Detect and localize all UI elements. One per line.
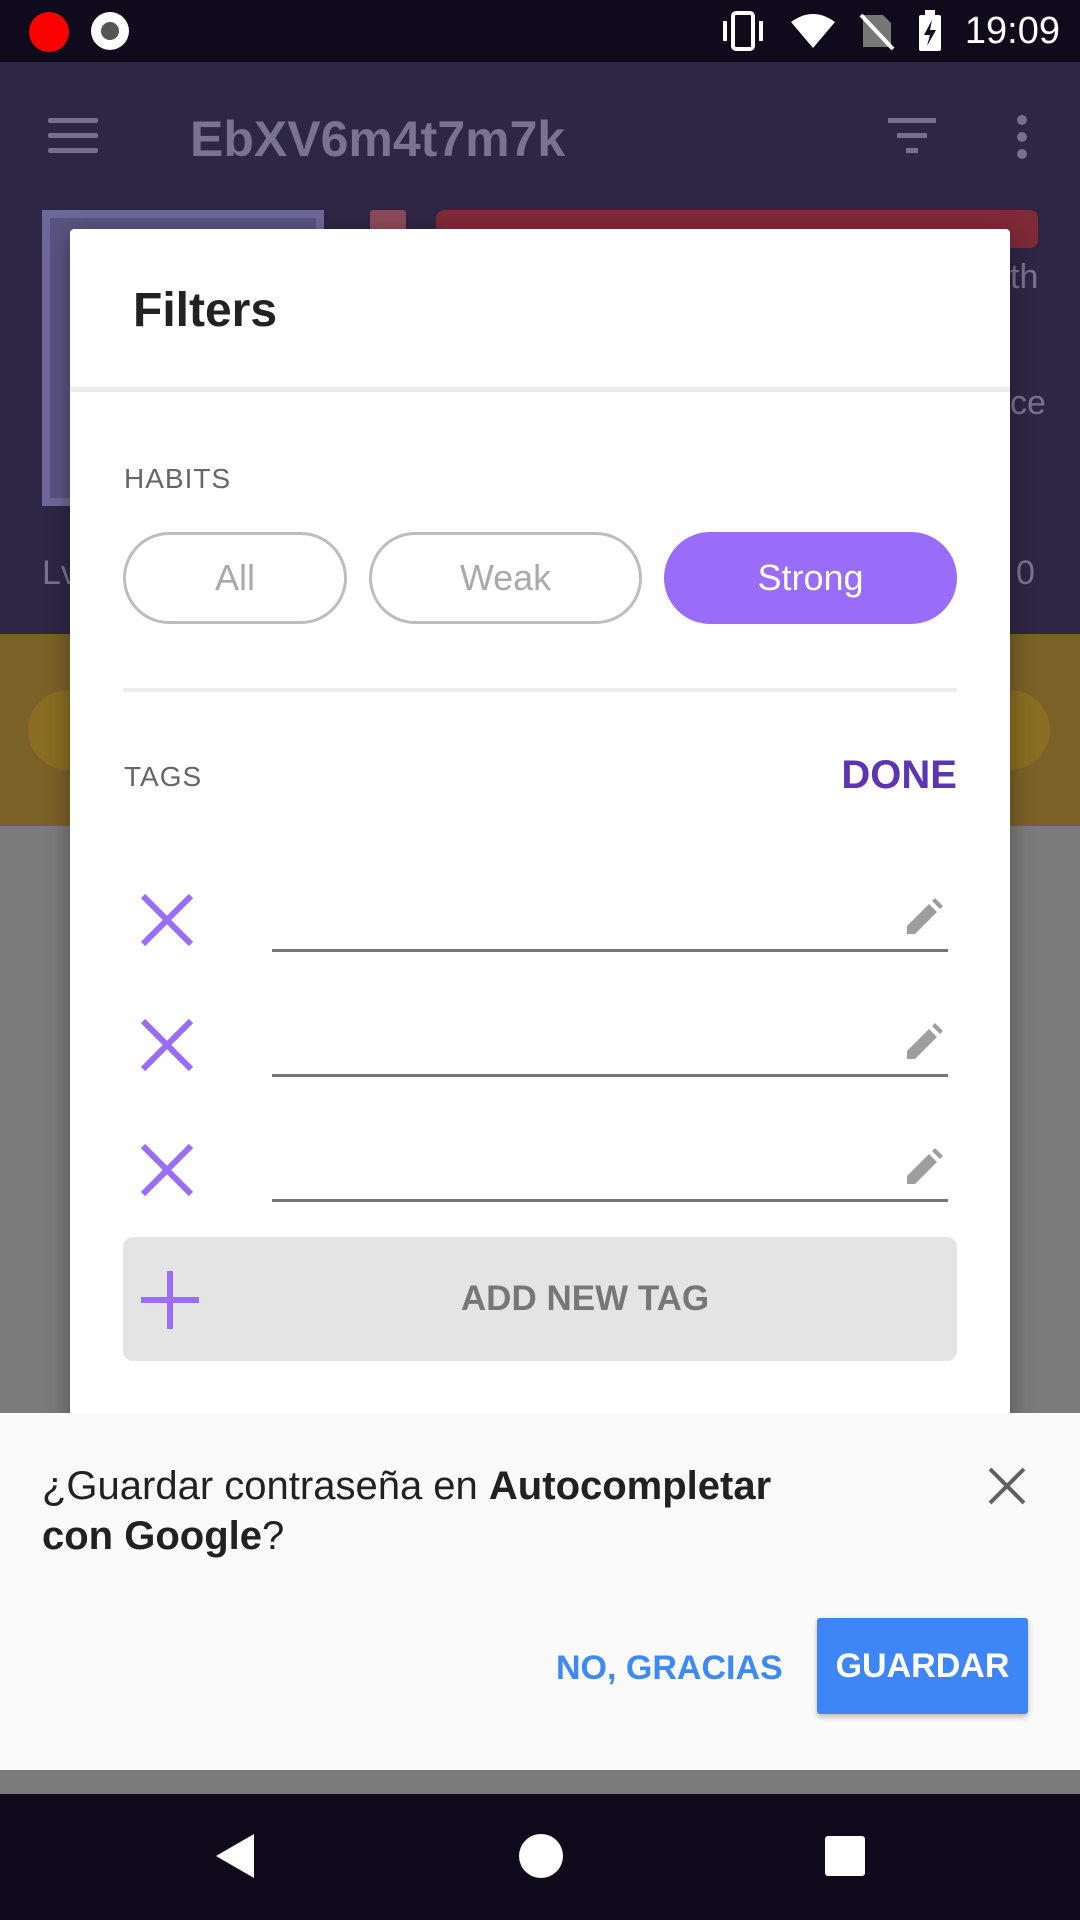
wifi-icon	[790, 14, 835, 48]
habits-section-label: HABITS	[124, 463, 232, 494]
health-label: th	[1010, 258, 1039, 296]
bottom-navigation	[0, 1770, 1080, 1794]
more-options-icon[interactable]	[1012, 114, 1032, 160]
recent-apps-icon[interactable]	[825, 1836, 865, 1876]
tags-section-label: TAGS	[124, 761, 203, 792]
done-button[interactable]: DONE	[841, 753, 957, 798]
delete-tag-icon[interactable]	[137, 1140, 197, 1200]
menu-icon[interactable]	[48, 118, 98, 154]
filter-strong-button[interactable]: Strong	[664, 532, 957, 624]
home-icon[interactable]	[519, 1834, 563, 1878]
status-icons: 19:09	[719, 8, 1060, 54]
status-bar: 19:09	[0, 0, 1080, 62]
system-navigation-bar	[0, 1794, 1080, 1920]
filters-dialog: Filters HABITS All Weak Strong TAGS DONE	[70, 229, 1010, 1429]
experience-label: ce	[1010, 384, 1046, 422]
add-new-tag-button[interactable]: ADD NEW TAG	[123, 1237, 957, 1361]
edit-pencil-icon	[907, 1023, 943, 1059]
filter-all-button[interactable]: All	[123, 532, 347, 624]
battery-charging-icon	[918, 10, 941, 51]
tag-row	[123, 1124, 957, 1224]
back-icon[interactable]	[214, 1832, 256, 1880]
delete-tag-icon[interactable]	[137, 1015, 197, 1075]
no-thanks-button[interactable]: NO, GRACIAS	[556, 1649, 783, 1688]
vibrate-icon	[722, 11, 763, 51]
filter-icon[interactable]	[888, 118, 936, 154]
status-time: 19:09	[964, 9, 1060, 52]
close-icon[interactable]	[986, 1465, 1028, 1507]
edit-pencil-icon	[907, 898, 943, 934]
edit-pencil-icon	[907, 1148, 943, 1184]
tag-row	[123, 999, 957, 1099]
tag-row	[123, 874, 957, 974]
dialog-title: Filters	[133, 284, 278, 337]
autofill-save-prompt: ¿Guardar contraseña en Autocompletar con …	[0, 1413, 1080, 1770]
gold-value: 0	[1016, 554, 1035, 592]
save-button[interactable]: GUARDAR	[817, 1618, 1028, 1714]
notification-icon	[91, 12, 129, 50]
tag-name-input[interactable]	[272, 1146, 948, 1202]
filter-weak-button[interactable]: Weak	[369, 532, 642, 624]
divider	[123, 688, 957, 692]
autofill-prompt-text: ¿Guardar contraseña en Autocompletar con …	[42, 1464, 772, 1558]
add-new-tag-label: ADD NEW TAG	[460, 1279, 710, 1318]
divider	[70, 387, 1010, 392]
no-sim-icon	[859, 13, 895, 51]
tag-name-input[interactable]	[272, 1021, 948, 1077]
app-title: EbXV6m4t7m7k	[190, 111, 566, 167]
delete-tag-icon[interactable]	[137, 890, 197, 950]
tag-name-input[interactable]	[272, 896, 948, 952]
screen-record-icon	[29, 12, 69, 52]
